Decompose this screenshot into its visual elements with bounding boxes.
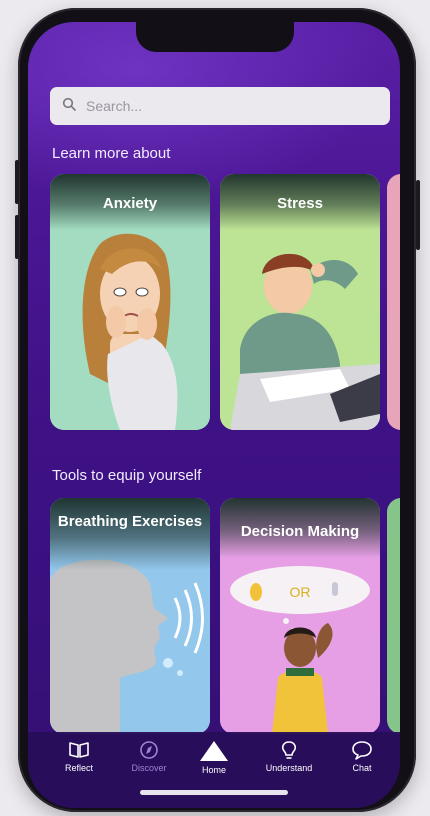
tab-discover[interactable]: Discover	[114, 740, 184, 773]
home-indicator	[140, 790, 288, 795]
compass-icon	[140, 741, 158, 759]
search-input[interactable]	[84, 97, 368, 115]
section-title-learn: Learn more about	[52, 145, 171, 162]
triangle-icon	[200, 741, 228, 761]
bottom-tab-bar: Reflect Discover Home Understand Chat	[28, 732, 400, 808]
app-screen: Learn more about Anxiety Stress	[28, 22, 400, 808]
card-title: Breathing Exercises	[50, 498, 210, 570]
tab-label: Understand	[265, 763, 313, 773]
search-bar[interactable]	[50, 87, 390, 125]
next-card-peek[interactable]	[387, 174, 400, 430]
tool-card-breathing[interactable]: Breathing Exercises	[50, 498, 210, 734]
volume-up-button	[15, 160, 19, 204]
tab-label: Home	[201, 765, 226, 775]
lightbulb-icon	[281, 741, 297, 759]
tab-home[interactable]: Home	[179, 740, 249, 775]
card-title: Anxiety	[50, 174, 210, 230]
thought-or-text: OR	[290, 584, 311, 600]
chat-bubble-icon	[352, 741, 372, 760]
power-button	[416, 180, 420, 250]
next-tool-card-peek[interactable]	[387, 498, 400, 734]
book-icon	[69, 742, 89, 758]
tab-understand[interactable]: Understand	[254, 740, 324, 773]
tab-reflect[interactable]: Reflect	[44, 740, 114, 773]
tab-label: Chat	[352, 763, 372, 773]
notch	[136, 22, 294, 52]
card-title: Decision Making	[220, 498, 380, 558]
learn-card-anxiety[interactable]: Anxiety	[50, 174, 210, 430]
section-title-tools: Tools to equip yourself	[52, 467, 202, 484]
tab-label: Reflect	[64, 763, 93, 773]
card-title: Stress	[220, 174, 380, 230]
tool-card-decision-making[interactable]: Decision Making OR	[220, 498, 380, 734]
search-icon	[62, 97, 76, 116]
tab-label: Discover	[131, 763, 167, 773]
volume-down-button	[15, 215, 19, 259]
learn-card-stress[interactable]: Stress	[220, 174, 380, 430]
tab-chat[interactable]: Chat	[327, 740, 397, 773]
